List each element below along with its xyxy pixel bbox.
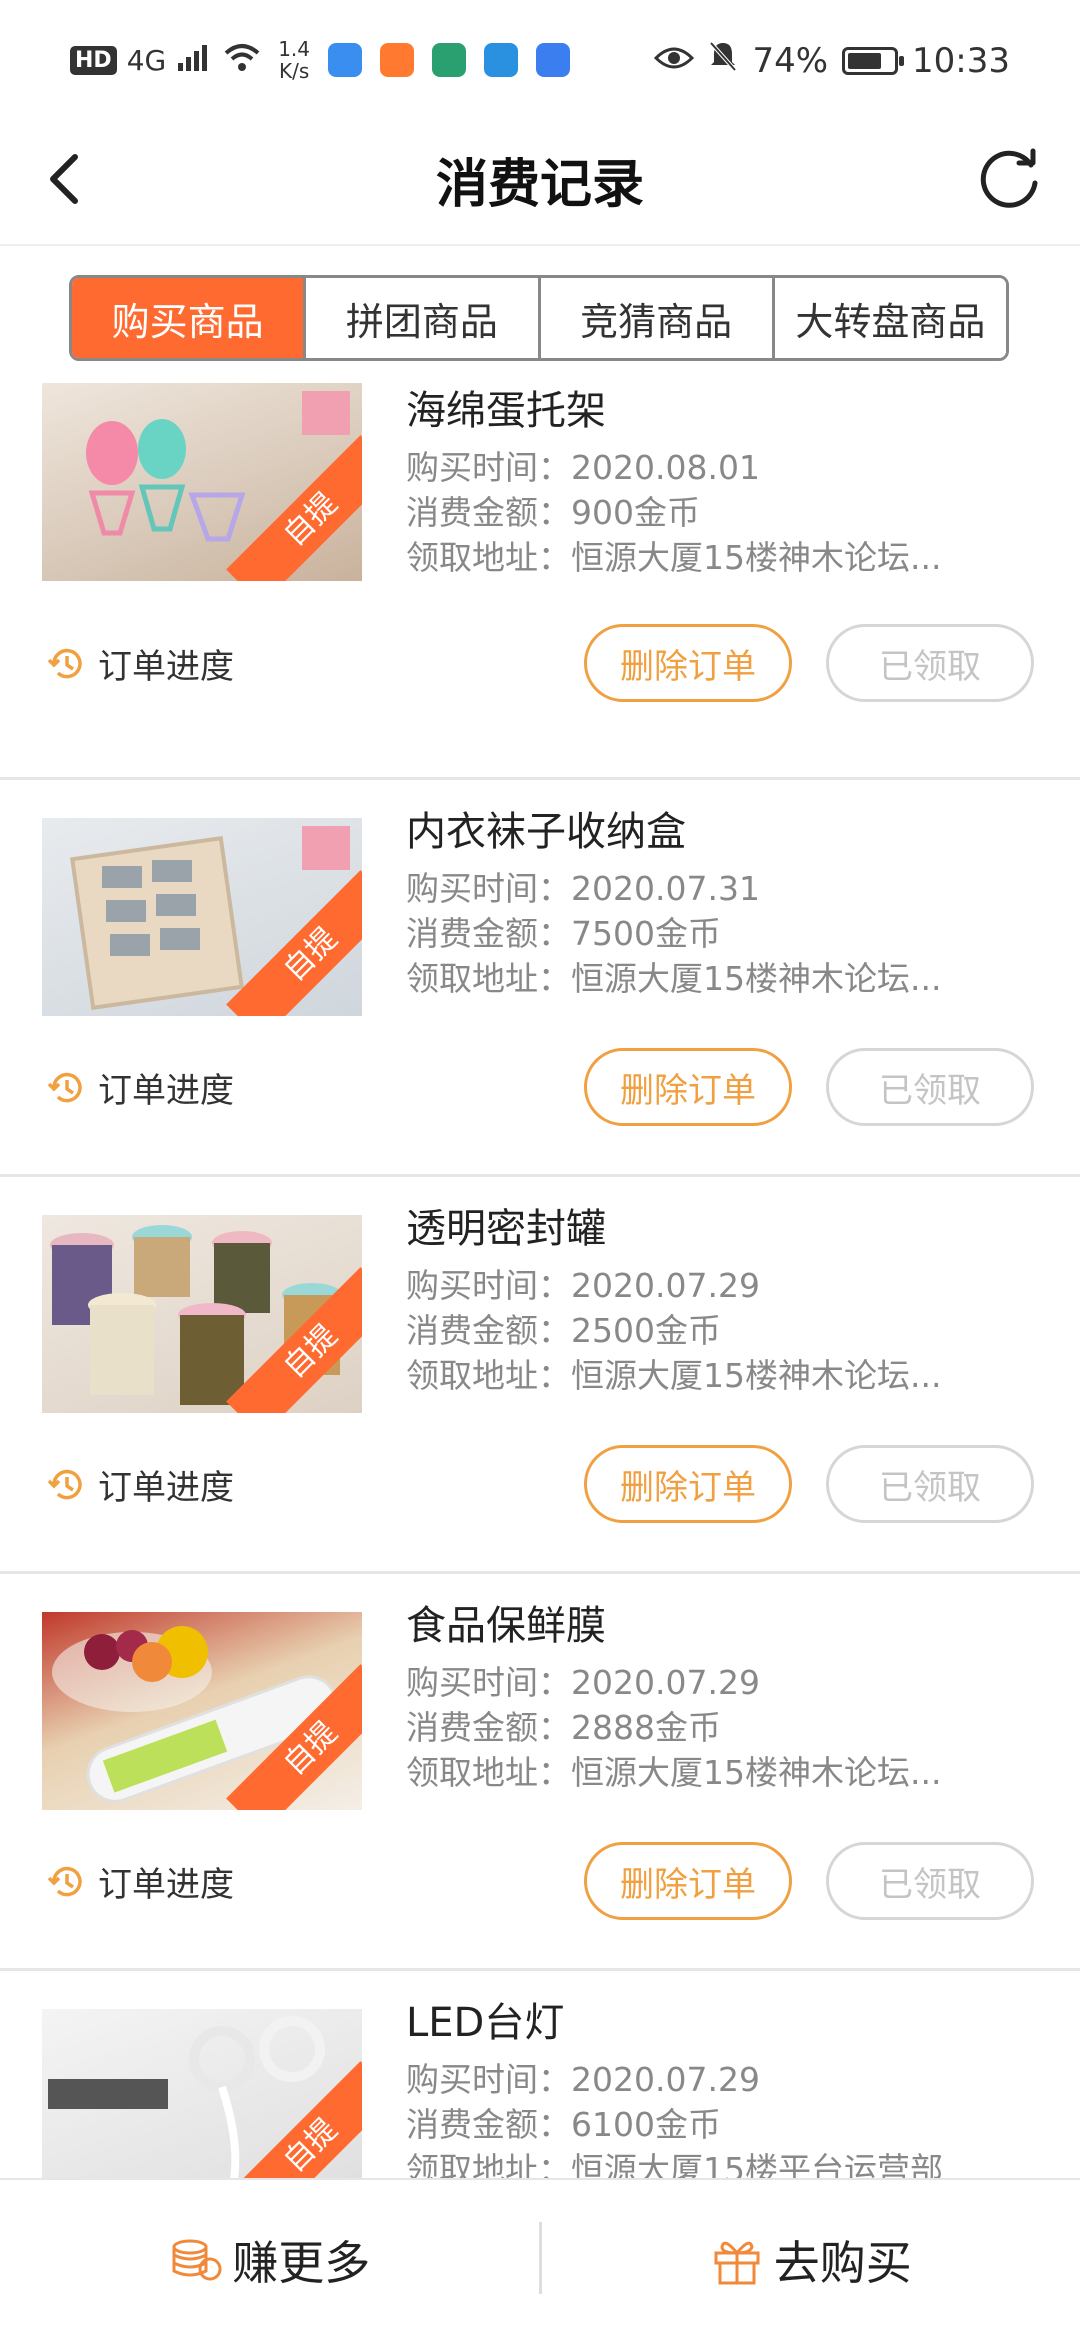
product-image[interactable]: 自提 bbox=[42, 818, 362, 1016]
order-progress-link[interactable]: 订单进度 bbox=[46, 1063, 234, 1112]
history-icon bbox=[47, 1469, 82, 1499]
bottom-action-bar: 赚更多 去购买 bbox=[0, 2178, 1080, 2340]
cloud-app-icon bbox=[536, 43, 571, 77]
pickup-address: 领取地址：恒源大厦15楼神木论坛... bbox=[406, 959, 942, 998]
delete-order-button[interactable]: 删除订单 bbox=[584, 1445, 792, 1523]
order-progress-link[interactable]: 订单进度 bbox=[46, 1857, 234, 1906]
order-item: 自提 海绵蛋托架 购买时间：2020.08.01 消费金额：900金币 领取地址… bbox=[0, 383, 1080, 780]
product-name: 食品保鲜膜 bbox=[406, 1603, 606, 1649]
purchase-time: 购买时间：2020.07.29 bbox=[406, 2060, 760, 2099]
history-icon bbox=[47, 1072, 82, 1102]
go-buy-button[interactable]: 去购买 bbox=[542, 2180, 1080, 2340]
product-image[interactable]: 自提 bbox=[42, 383, 362, 581]
globe-app-icon bbox=[484, 43, 519, 77]
product-name: 海绵蛋托架 bbox=[406, 388, 606, 434]
product-name: 内衣袜子收纳盒 bbox=[406, 809, 686, 855]
amount: 消费金额：900金币 bbox=[406, 493, 700, 532]
pickup-address: 领取地址：恒源大厦15楼神木论坛... bbox=[406, 538, 942, 577]
purchase-time: 购买时间：2020.08.01 bbox=[406, 448, 760, 487]
purchase-time: 购买时间：2020.07.29 bbox=[406, 1663, 760, 1702]
app-header: 消费记录 bbox=[0, 120, 1080, 246]
order-item: 自提 食品保鲜膜 购买时间：2020.07.29 消费金额：2888金币 领取地… bbox=[0, 1574, 1080, 1971]
signal-icon bbox=[176, 43, 212, 77]
gift-icon bbox=[714, 2241, 760, 2285]
tab-wheel-goods[interactable]: 大转盘商品 bbox=[774, 278, 1006, 358]
green-app-icon bbox=[432, 43, 467, 77]
battery-icon bbox=[842, 46, 905, 75]
amount: 消费金额：2888金币 bbox=[406, 1708, 721, 1747]
coins-icon bbox=[172, 2239, 222, 2281]
battery-percent: 74% bbox=[752, 40, 829, 81]
history-icon bbox=[47, 648, 82, 678]
purchase-time: 购买时间：2020.07.29 bbox=[406, 1266, 760, 1305]
product-image[interactable]: 自提 bbox=[42, 1612, 362, 1810]
order-progress-link[interactable]: 订单进度 bbox=[46, 639, 234, 688]
heart-app-icon bbox=[380, 43, 415, 77]
earn-more-button[interactable]: 赚更多 bbox=[0, 2180, 539, 2340]
eye-icon bbox=[654, 41, 695, 81]
order-item: 自提 内衣袜子收纳盒 购买时间：2020.07.31 消费金额：7500金币 领… bbox=[0, 780, 1080, 1177]
network-type: 4G bbox=[126, 43, 167, 77]
refresh-button[interactable] bbox=[970, 140, 1050, 220]
shield-app-icon bbox=[328, 43, 363, 77]
product-name: LED台灯 bbox=[406, 2000, 565, 2046]
product-name: 透明密封罐 bbox=[406, 1206, 606, 1252]
received-button[interactable]: 已领取 bbox=[826, 1842, 1034, 1920]
delete-order-button[interactable]: 删除订单 bbox=[584, 1048, 792, 1126]
order-progress-link[interactable]: 订单进度 bbox=[46, 1460, 234, 1509]
amount: 消费金额：2500金币 bbox=[406, 1311, 721, 1350]
amount: 消费金额：7500金币 bbox=[406, 914, 721, 953]
clock: 10:33 bbox=[912, 40, 1010, 81]
order-item: 自提 透明密封罐 购买时间：2020.07.29 消费金额：2500金币 领取地… bbox=[0, 1177, 1080, 1574]
order-list: 自提 海绵蛋托架 购买时间：2020.08.01 消费金额：900金币 领取地址… bbox=[0, 383, 1080, 2340]
received-button[interactable]: 已领取 bbox=[826, 1445, 1034, 1523]
delete-order-button[interactable]: 删除订单 bbox=[584, 624, 792, 702]
tab-buy-goods[interactable]: 购买商品 bbox=[72, 278, 307, 358]
purchase-time: 购买时间：2020.07.31 bbox=[406, 869, 760, 908]
network-speed: 1.4 K/s bbox=[278, 37, 311, 83]
hd-indicator: HD bbox=[70, 45, 117, 75]
status-bar: HD 4G 1.4 K/s 74% 10:33 bbox=[0, 0, 1080, 120]
wifi-icon bbox=[222, 43, 262, 77]
pickup-address: 领取地址：恒源大厦15楼神木论坛... bbox=[406, 1753, 942, 1792]
tab-group-goods[interactable]: 拼团商品 bbox=[306, 278, 541, 358]
history-icon bbox=[47, 1866, 82, 1896]
page-title: 消费记录 bbox=[435, 155, 644, 215]
mute-bell-icon bbox=[708, 40, 738, 81]
product-image[interactable]: 自提 bbox=[42, 1215, 362, 1413]
received-button[interactable]: 已领取 bbox=[826, 1048, 1034, 1126]
amount: 消费金额：6100金币 bbox=[406, 2105, 721, 2144]
received-button[interactable]: 已领取 bbox=[826, 624, 1034, 702]
category-tabs: 购买商品 拼团商品 竞猜商品 大转盘商品 bbox=[69, 275, 1009, 361]
pickup-address: 领取地址：恒源大厦15楼神木论坛... bbox=[406, 1356, 942, 1395]
refresh-icon bbox=[980, 148, 1038, 208]
delete-order-button[interactable]: 删除订单 bbox=[584, 1842, 792, 1920]
tab-guess-goods[interactable]: 竞猜商品 bbox=[540, 278, 775, 358]
